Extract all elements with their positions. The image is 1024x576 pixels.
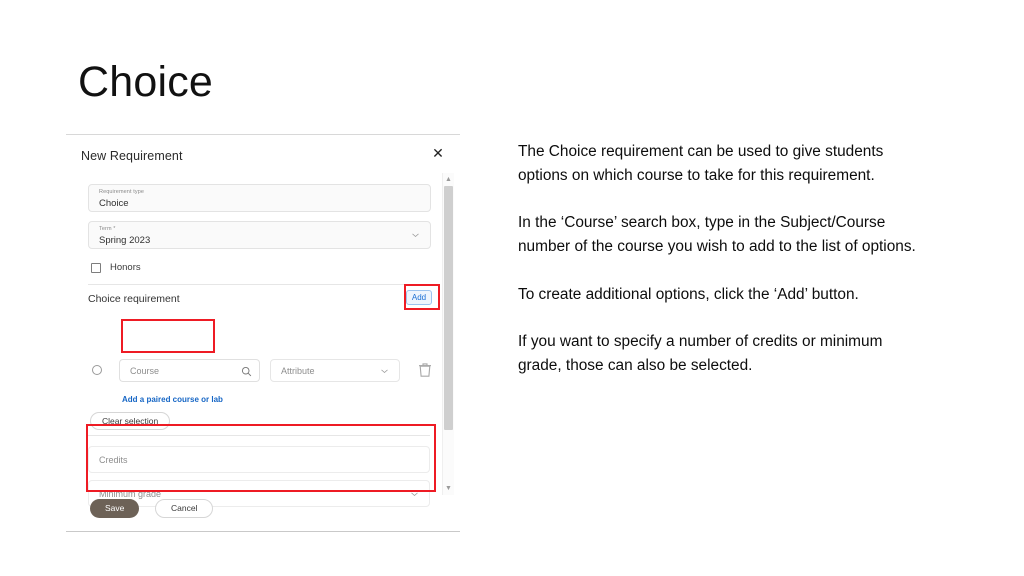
honors-checkbox-row[interactable]: Honors: [91, 262, 141, 273]
instructional-notes: The Choice requirement can be used to gi…: [518, 140, 918, 378]
scrollbar-thumb[interactable]: [444, 186, 453, 430]
cancel-button[interactable]: Cancel: [155, 499, 214, 518]
note-paragraph: The Choice requirement can be used to gi…: [518, 143, 884, 184]
honors-label: Honors: [110, 262, 141, 273]
add-button[interactable]: Add: [406, 290, 432, 305]
divider: [88, 435, 430, 436]
requirement-type-field[interactable]: Requirement type Choice: [88, 184, 431, 212]
chevron-down-icon: [380, 366, 389, 375]
requirement-type-value: Choice: [99, 198, 129, 209]
clear-selection-button[interactable]: Clear selection: [90, 412, 171, 430]
credits-placeholder: Credits: [99, 454, 128, 465]
choice-requirement-heading: Choice requirement: [88, 293, 180, 305]
note-paragraph: If you want to specify a number of credi…: [518, 333, 883, 375]
scroll-up-icon[interactable]: ▲: [443, 174, 454, 185]
dialog-body: Requirement type Choice Term * Spring 20…: [66, 173, 460, 507]
term-value: Spring 2023: [99, 235, 151, 246]
credits-input[interactable]: Credits: [88, 446, 430, 473]
save-button[interactable]: Save: [90, 499, 140, 518]
honors-checkbox[interactable]: [91, 262, 101, 273]
note-paragraph: To create additional options, click the …: [518, 285, 859, 303]
attribute-placeholder: Attribute: [281, 365, 315, 376]
embedded-screenshot: New Requirement ✕ Requirement type Choic…: [66, 134, 460, 532]
add-paired-course-link[interactable]: Add a paired course or lab: [122, 395, 223, 404]
chevron-down-icon: [411, 231, 420, 240]
page-title: Choice: [78, 58, 214, 106]
close-icon[interactable]: ✕: [429, 144, 447, 162]
note-paragraph: In the ‘Course’ search box, type in the …: [518, 214, 916, 256]
dialog-scrollbar[interactable]: ▲ ▼: [442, 173, 454, 495]
term-select[interactable]: Term * Spring 2023: [88, 221, 431, 249]
new-requirement-dialog: New Requirement ✕ Requirement type Choic…: [66, 135, 460, 531]
dialog-title: New Requirement: [81, 149, 183, 163]
trash-icon[interactable]: [418, 362, 432, 378]
dialog-header: New Requirement ✕: [66, 135, 460, 173]
course-placeholder: Course: [130, 365, 160, 376]
option-radio[interactable]: [92, 365, 102, 375]
requirement-type-label: Requirement type: [99, 189, 145, 195]
dialog-footer: Save Cancel: [66, 493, 460, 531]
attribute-select[interactable]: Attribute: [270, 359, 400, 382]
course-search-input[interactable]: Course: [119, 359, 234, 382]
term-label: Term *: [99, 226, 116, 232]
divider: [88, 284, 430, 285]
search-icon[interactable]: [234, 359, 260, 382]
